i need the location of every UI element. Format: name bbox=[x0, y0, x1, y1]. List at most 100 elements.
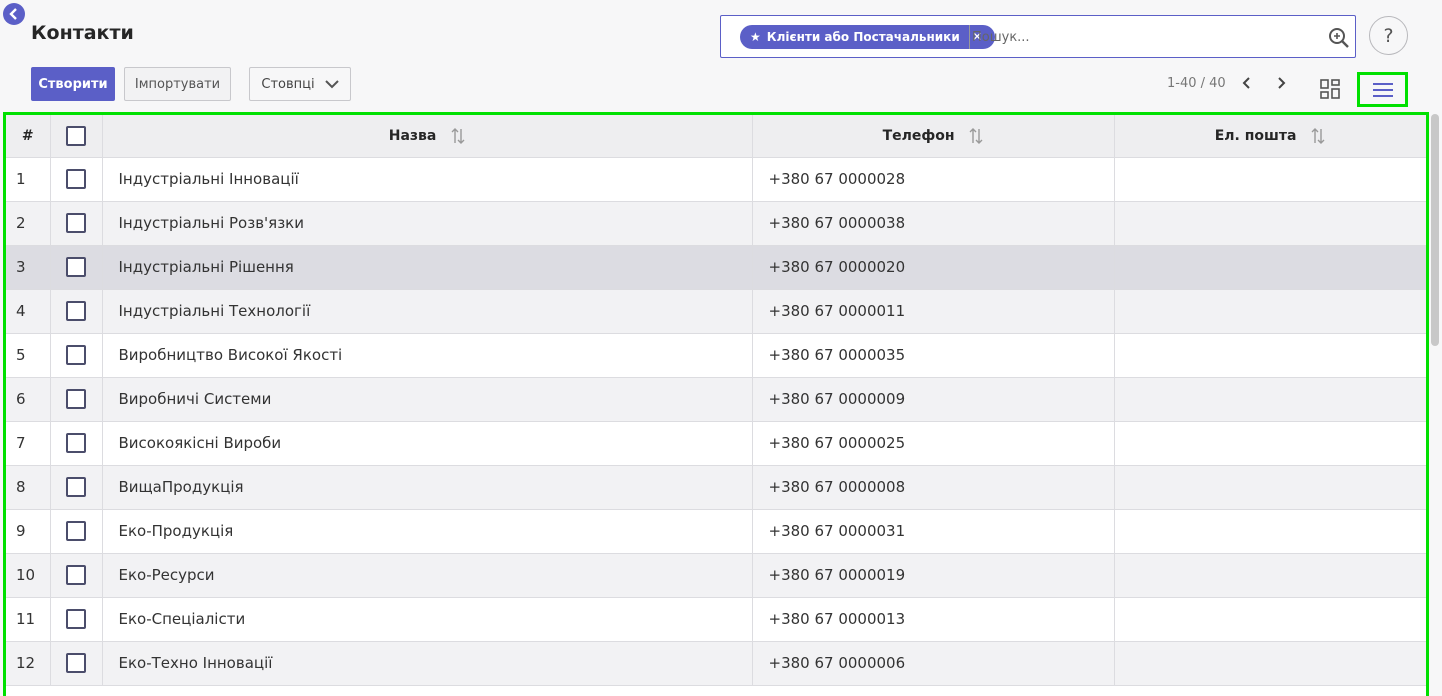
row-select-cell[interactable] bbox=[50, 201, 103, 246]
pager-next-icon[interactable] bbox=[1272, 72, 1292, 94]
row-select-cell[interactable] bbox=[50, 597, 103, 642]
table-row[interactable]: 7 Високоякісні Вироби +380 67 0000025 bbox=[6, 421, 1426, 466]
contact-name[interactable]: Індустріальні Інновації bbox=[102, 157, 753, 202]
contact-email[interactable] bbox=[1114, 245, 1426, 290]
create-button[interactable]: Створити bbox=[31, 67, 115, 101]
row-checkbox[interactable] bbox=[66, 301, 86, 321]
header-select-all[interactable] bbox=[50, 115, 103, 158]
table-row[interactable]: 12 Еко-Техно Інновації +380 67 0000006 bbox=[6, 641, 1426, 686]
header-phone[interactable]: Телефон bbox=[752, 115, 1115, 158]
row-select-cell[interactable] bbox=[50, 377, 103, 422]
header-name[interactable]: Назва bbox=[102, 115, 753, 158]
row-select-cell[interactable] bbox=[50, 509, 103, 554]
search-input[interactable] bbox=[969, 25, 1319, 49]
contact-email[interactable] bbox=[1114, 289, 1426, 334]
row-select-cell[interactable] bbox=[50, 245, 103, 290]
table-row[interactable]: 11 Еко-Спеціалісти +380 67 0000013 bbox=[6, 597, 1426, 642]
columns-dropdown[interactable]: Стовпці bbox=[249, 67, 351, 101]
row-checkbox[interactable] bbox=[66, 433, 86, 453]
row-checkbox[interactable] bbox=[66, 345, 86, 365]
table-row[interactable]: 5 Виробництво Високої Якості +380 67 00000… bbox=[6, 333, 1426, 378]
contact-email[interactable] bbox=[1114, 465, 1426, 510]
search-bar[interactable]: ★ Клієнти або Постачальники ✕ bbox=[720, 15, 1356, 58]
table-row[interactable]: 4 Індустріальні Технології +380 67 0000011 bbox=[6, 289, 1426, 334]
contact-name[interactable]: Індустріальні Технології bbox=[102, 289, 753, 334]
contact-name[interactable]: Індустріальні Розв'язки bbox=[102, 201, 753, 246]
row-checkbox[interactable] bbox=[66, 653, 86, 673]
row-checkbox[interactable] bbox=[66, 521, 86, 541]
contact-email[interactable] bbox=[1114, 553, 1426, 598]
row-select-cell[interactable] bbox=[50, 333, 103, 378]
contact-phone[interactable]: +380 67 0000006 bbox=[752, 641, 1115, 686]
contact-phone[interactable]: +380 67 0000009 bbox=[752, 377, 1115, 422]
pager-value[interactable]: 1-40 / 40 bbox=[1167, 76, 1226, 91]
row-select-cell[interactable] bbox=[50, 421, 103, 466]
sort-icon[interactable] bbox=[969, 127, 983, 145]
table-row[interactable]: 10 Еко-Ресурси +380 67 0000019 bbox=[6, 553, 1426, 598]
contact-email[interactable] bbox=[1114, 421, 1426, 466]
contact-phone[interactable]: +380 67 0000013 bbox=[752, 597, 1115, 642]
row-select-cell[interactable] bbox=[50, 289, 103, 334]
search-facet[interactable]: ★ Клієнти або Постачальники ✕ bbox=[740, 25, 995, 49]
contact-name[interactable]: Еко-Спеціалісти bbox=[102, 597, 753, 642]
contact-name[interactable]: Виробництво Високої Якості bbox=[102, 333, 753, 378]
contact-phone[interactable]: +380 67 0000035 bbox=[752, 333, 1115, 378]
row-checkbox[interactable] bbox=[66, 169, 86, 189]
table-row[interactable]: 8 ВищаПродукція +380 67 0000008 bbox=[6, 465, 1426, 510]
table-row[interactable]: 9 Еко-Продукція +380 67 0000031 bbox=[6, 509, 1426, 554]
row-select-cell[interactable] bbox=[50, 157, 103, 202]
contact-name[interactable]: Виробничі Системи bbox=[102, 377, 753, 422]
contact-name[interactable]: Високоякісні Вироби bbox=[102, 421, 753, 466]
row-checkbox[interactable] bbox=[66, 213, 86, 233]
search-icon[interactable] bbox=[1328, 27, 1350, 49]
row-number: 11 bbox=[6, 597, 51, 642]
help-button[interactable]: ? bbox=[1369, 16, 1408, 55]
row-checkbox[interactable] bbox=[66, 609, 86, 629]
contacts-table: # Назва Телефон Ел. пошта 1 Індустріальні… bbox=[3, 112, 1429, 696]
contact-email[interactable] bbox=[1114, 509, 1426, 554]
row-checkbox[interactable] bbox=[66, 389, 86, 409]
header-email[interactable]: Ел. пошта bbox=[1114, 115, 1426, 158]
scrollbar[interactable] bbox=[1431, 114, 1439, 346]
contact-phone[interactable]: +380 67 0000011 bbox=[752, 289, 1115, 334]
row-checkbox[interactable] bbox=[66, 565, 86, 585]
contact-name[interactable]: Еко-Продукція bbox=[102, 509, 753, 554]
row-select-cell[interactable] bbox=[50, 641, 103, 686]
pager-previous-icon[interactable] bbox=[1236, 72, 1256, 94]
kanban-view-icon[interactable] bbox=[1320, 79, 1340, 99]
contact-email[interactable] bbox=[1114, 157, 1426, 202]
sort-icon[interactable] bbox=[1311, 127, 1325, 145]
contact-phone[interactable]: +380 67 0000025 bbox=[752, 421, 1115, 466]
row-number: 6 bbox=[6, 377, 51, 422]
contact-name[interactable]: ВищаПродукція bbox=[102, 465, 753, 510]
contact-name[interactable]: Еко-Ресурси bbox=[102, 553, 753, 598]
import-button[interactable]: Імпортувати bbox=[124, 67, 231, 101]
contact-phone[interactable]: +380 67 0000038 bbox=[752, 201, 1115, 246]
list-view-button[interactable] bbox=[1357, 72, 1408, 107]
table-row[interactable]: 3 Індустріальні Рішення +380 67 0000020 bbox=[6, 245, 1426, 290]
back-icon[interactable] bbox=[3, 3, 25, 25]
contact-phone[interactable]: +380 67 0000008 bbox=[752, 465, 1115, 510]
contact-name[interactable]: Індустріальні Рішення bbox=[102, 245, 753, 290]
contact-phone[interactable]: +380 67 0000031 bbox=[752, 509, 1115, 554]
page-title: Контакти bbox=[31, 22, 134, 44]
header-phone-label: Телефон bbox=[882, 127, 955, 144]
contact-phone[interactable]: +380 67 0000020 bbox=[752, 245, 1115, 290]
contact-email[interactable] bbox=[1114, 201, 1426, 246]
contact-email[interactable] bbox=[1114, 333, 1426, 378]
contact-email[interactable] bbox=[1114, 641, 1426, 686]
row-select-cell[interactable] bbox=[50, 553, 103, 598]
contact-phone[interactable]: +380 67 0000028 bbox=[752, 157, 1115, 202]
sort-icon[interactable] bbox=[451, 127, 465, 145]
table-row[interactable]: 6 Виробничі Системи +380 67 0000009 bbox=[6, 377, 1426, 422]
row-checkbox[interactable] bbox=[66, 257, 86, 277]
row-select-cell[interactable] bbox=[50, 465, 103, 510]
select-all-checkbox[interactable] bbox=[66, 125, 86, 146]
row-checkbox[interactable] bbox=[66, 477, 86, 497]
contact-email[interactable] bbox=[1114, 377, 1426, 422]
contact-name[interactable]: Еко-Техно Інновації bbox=[102, 641, 753, 686]
contact-email[interactable] bbox=[1114, 597, 1426, 642]
table-row[interactable]: 2 Індустріальні Розв'язки +380 67 0000038 bbox=[6, 201, 1426, 246]
table-row[interactable]: 1 Індустріальні Інновації +380 67 0000028 bbox=[6, 157, 1426, 202]
contact-phone[interactable]: +380 67 0000019 bbox=[752, 553, 1115, 598]
